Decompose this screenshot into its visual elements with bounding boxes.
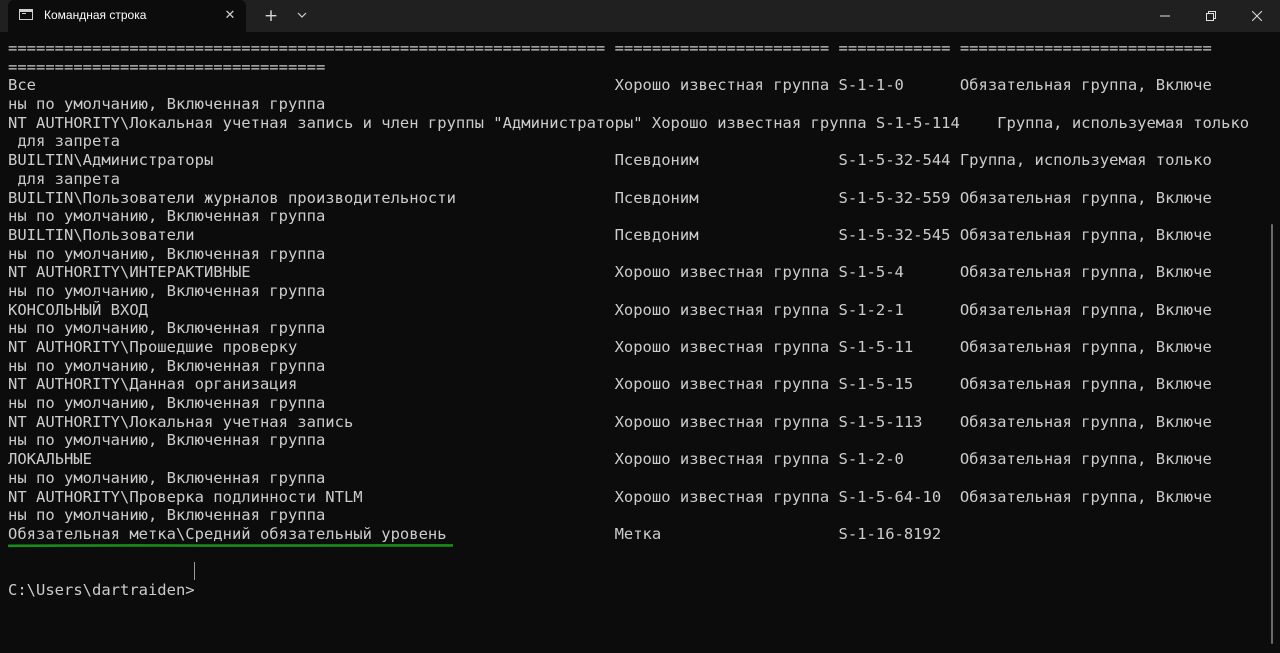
- console-line: NT AUTHORITY\Локальная учетная запись и …: [8, 113, 1250, 132]
- maximize-button[interactable]: [1188, 0, 1234, 32]
- console-line: C:\Users\dartraiden>: [8, 580, 195, 599]
- console-line: для запрета: [8, 132, 120, 151]
- console-line: NT AUTHORITY\Локальная учетная запись Хо…: [8, 412, 1212, 431]
- tab-title: Командная строка: [44, 8, 147, 22]
- console-line: ны по умолчанию, Включенная группа: [8, 468, 326, 487]
- console-line: ны по умолчанию, Включенная группа: [8, 95, 326, 114]
- console-line: BUILTIN\Администраторы Псевдоним S-1-5-3…: [8, 151, 1212, 170]
- console-line: ны по умолчанию, Включенная группа: [8, 394, 326, 413]
- tab-close-button[interactable]: ✕: [218, 4, 242, 28]
- console-line: NT AUTHORITY\Данная организация Хорошо и…: [8, 375, 1212, 394]
- terminal-window: Командная строка ✕ + ===================…: [0, 0, 1280, 653]
- console-line: ==================================: [8, 57, 326, 76]
- close-icon: [1251, 10, 1263, 22]
- console-line: для запрета: [8, 169, 120, 188]
- console-line: ны по умолчанию, Включенная группа: [8, 431, 326, 450]
- close-button[interactable]: [1234, 0, 1280, 32]
- console-line: Обязательная метка\Средний обязательный …: [8, 524, 942, 543]
- chevron-down-icon: [297, 12, 307, 18]
- scrollbar[interactable]: [1271, 224, 1273, 644]
- console-line: Все Хорошо известная группа S-1-1-0 Обяз…: [8, 76, 1212, 95]
- minimize-icon: [1160, 15, 1170, 17]
- text-cursor: [194, 562, 195, 580]
- console-line: ны по умолчанию, Включенная группа: [8, 207, 326, 226]
- console-line: NT AUTHORITY\Проверка подлинности NTLM Х…: [8, 487, 1212, 506]
- console-line: ны по умолчанию, Включенная группа: [8, 244, 326, 263]
- terminal-icon: [19, 9, 33, 20]
- tab-dropdown-button[interactable]: [290, 4, 314, 28]
- console-output[interactable]: ========================================…: [8, 39, 1249, 600]
- console-line: BUILTIN\Пользователи журналов производит…: [8, 188, 1212, 207]
- console-line: NT AUTHORITY\Прошедшие проверку Хорошо и…: [8, 338, 1212, 356]
- console-line: ========================================…: [8, 39, 1212, 57]
- tab-command-prompt[interactable]: Командная строка ✕: [8, 0, 246, 32]
- minimize-button[interactable]: [1142, 0, 1188, 32]
- highlight-underline: [8, 544, 453, 548]
- console-line: ны по умолчанию, Включенная группа: [8, 281, 326, 300]
- console-line: ны по умолчанию, Включенная группа: [8, 319, 326, 338]
- console-line: NT AUTHORITY\ИНТЕРАКТИВНЫЕ Хорошо извест…: [8, 263, 1212, 282]
- console-line: ны по умолчанию, Включенная группа: [8, 356, 326, 375]
- console-line: ны по умолчанию, Включенная группа: [8, 506, 326, 525]
- console-line: ЛОКАЛЬНЫЕ Хорошо известная группа S-1-2-…: [8, 450, 1212, 469]
- console-line: BUILTIN\Пользователи Псевдоним S-1-5-32-…: [8, 225, 1212, 244]
- console-line: КОНСОЛЬНЫЙ ВХОД Хорошо известная группа …: [8, 300, 1212, 319]
- restore-icon: [1206, 11, 1216, 21]
- title-bar: Командная строка ✕ +: [0, 0, 1280, 32]
- new-tab-button[interactable]: +: [258, 4, 284, 28]
